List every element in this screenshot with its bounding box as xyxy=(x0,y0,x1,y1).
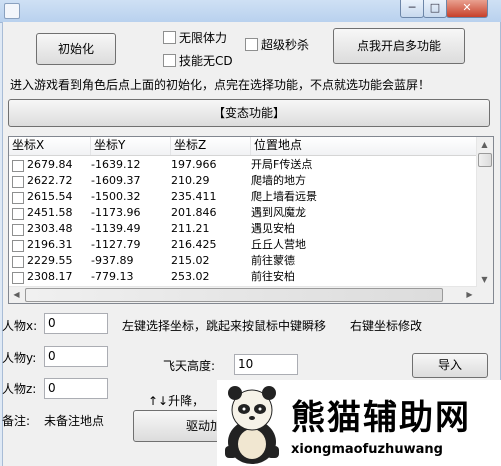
cell-y: -1139.49 xyxy=(91,222,141,235)
row-checkbox[interactable] xyxy=(12,208,24,220)
vertical-scrollbar[interactable]: ▲ ▼ xyxy=(476,137,493,287)
app-icon xyxy=(4,3,20,19)
row-checkbox[interactable] xyxy=(12,192,24,204)
cell-location: 开局F传送点 xyxy=(251,158,313,171)
cell-y: -1127.79 xyxy=(91,238,141,251)
table-row[interactable]: 2229.55 -937.89 215.02 前往蒙德 xyxy=(9,253,479,269)
table-row[interactable]: 2308.17 -779.13 253.02 前往安柏 xyxy=(9,269,479,285)
cell-y: -1173.96 xyxy=(91,206,141,219)
checkbox-box[interactable] xyxy=(245,38,258,51)
import-button[interactable]: 导入 xyxy=(412,353,488,378)
cell-location: 爬墙的地方 xyxy=(251,174,306,187)
cell-z: 201.846 xyxy=(171,206,217,219)
header-z[interactable]: 坐标Z xyxy=(171,137,251,155)
row-checkbox[interactable] xyxy=(12,256,24,268)
cell-x: 2615.54 xyxy=(27,190,73,203)
cell-location: 遇见安柏 xyxy=(251,222,295,235)
cell-z: 216.425 xyxy=(171,238,217,251)
table-row[interactable]: 2615.54 -1500.32 235.411 爬上墙看远景 xyxy=(9,189,479,205)
transform-features-button[interactable]: 【变态功能】 xyxy=(8,99,490,127)
table-row[interactable]: 2451.58 -1173.96 201.846 遇到风魔龙 xyxy=(9,205,479,221)
cell-y: -1639.12 xyxy=(91,158,141,171)
scroll-corner xyxy=(477,287,493,303)
right-click-hint: 右键坐标修改 xyxy=(350,319,423,333)
watermark: 熊猫辅助网 xiongmaofuzhuwang xyxy=(217,380,501,466)
updown-hint: ↑↓升降， xyxy=(148,394,205,408)
table-row[interactable]: 2303.48 -1139.49 211.21 遇见安柏 xyxy=(9,221,479,237)
cell-x: 2622.72 xyxy=(27,174,73,187)
title-bar: ─ □ ✕ xyxy=(0,0,501,23)
row-checkbox[interactable] xyxy=(12,224,24,236)
row-checkbox[interactable] xyxy=(12,176,24,188)
cell-y: -779.13 xyxy=(91,270,134,283)
cell-x: 2229.55 xyxy=(27,254,73,267)
watermark-title: 熊猫辅助网 xyxy=(291,398,471,438)
x-input[interactable]: 0 xyxy=(44,313,108,334)
cell-location: 遇到风魔龙 xyxy=(251,206,306,219)
cell-location: 爬上墙看远景 xyxy=(251,190,317,203)
note-value: 未备注地点 xyxy=(44,414,105,428)
table-header: 坐标X 坐标Y 坐标Z 位置地点 xyxy=(9,137,479,156)
table-row[interactable]: 2196.31 -1127.79 216.425 丘丘人营地 xyxy=(9,237,479,253)
cell-x: 2303.48 xyxy=(27,222,73,235)
enable-features-button[interactable]: 点我开启多功能 xyxy=(333,28,465,64)
cell-y: -937.89 xyxy=(91,254,134,267)
scroll-left-icon[interactable]: ◀ xyxy=(9,287,24,302)
cell-x: 2451.58 xyxy=(27,206,73,219)
checkbox-box[interactable] xyxy=(163,31,176,44)
cell-location: 前往蒙德 xyxy=(251,254,295,267)
close-button[interactable]: ✕ xyxy=(446,0,488,18)
z-input[interactable]: 0 xyxy=(44,378,108,399)
z-label: 人物z: xyxy=(2,382,37,396)
scroll-down-icon[interactable]: ▼ xyxy=(477,272,492,287)
cell-y: -1609.37 xyxy=(91,174,141,187)
fly-height-label: 飞天高度: xyxy=(163,359,216,373)
cell-z: 235.411 xyxy=(171,190,217,203)
checkbox-box[interactable] xyxy=(163,54,176,67)
cell-x: 2196.31 xyxy=(27,238,73,251)
cell-z: 253.02 xyxy=(171,270,210,283)
cell-x: 2679.84 xyxy=(27,158,73,171)
scroll-up-icon[interactable]: ▲ xyxy=(477,137,492,152)
skill-no-cd-checkbox[interactable]: 技能无CD xyxy=(163,54,233,68)
instruction-text: 进入游戏看到角色后点上面的初始化，点完在选择功能，不点就选功能会蓝屏！ xyxy=(10,78,431,92)
skill-no-cd-label: 技能无CD xyxy=(179,54,233,68)
horizontal-scroll-thumb[interactable] xyxy=(25,288,443,302)
maximize-button[interactable]: □ xyxy=(423,0,447,18)
watermark-url: xiongmaofuzhuwang xyxy=(291,442,443,457)
table-row[interactable]: 2622.72 -1609.37 210.29 爬墙的地方 xyxy=(9,173,479,189)
unlimited-stamina-checkbox[interactable]: 无限体力 xyxy=(163,31,227,45)
header-x[interactable]: 坐标X xyxy=(9,137,91,155)
panda-logo-icon xyxy=(225,386,279,464)
left-click-hint: 左键选择坐标，跳起来按鼠标中键瞬移 xyxy=(122,319,327,333)
super-kill-checkbox[interactable]: 超级秒杀 xyxy=(245,38,309,52)
cell-location: 前往安柏 xyxy=(251,270,295,283)
cell-z: 197.966 xyxy=(171,158,217,171)
cell-z: 211.21 xyxy=(171,222,210,235)
cell-location: 丘丘人营地 xyxy=(251,238,306,251)
y-label: 人物y: xyxy=(2,351,37,365)
vertical-scroll-thumb[interactable] xyxy=(478,153,492,167)
init-button[interactable]: 初始化 xyxy=(36,33,116,65)
super-kill-label: 超级秒杀 xyxy=(261,38,310,52)
note-label: 备注: xyxy=(2,414,31,428)
unlimited-stamina-label: 无限体力 xyxy=(179,31,228,45)
coordinate-table: 坐标X 坐标Y 坐标Z 位置地点 2679.84 -1639.12 197.96… xyxy=(8,136,494,304)
row-checkbox[interactable] xyxy=(12,240,24,252)
scroll-right-icon[interactable]: ▶ xyxy=(462,287,477,302)
row-checkbox[interactable] xyxy=(12,272,24,284)
row-checkbox[interactable] xyxy=(12,160,24,172)
cell-y: -1500.32 xyxy=(91,190,141,203)
table-row[interactable]: 2679.84 -1639.12 197.966 开局F传送点 xyxy=(9,157,479,173)
cell-z: 210.29 xyxy=(171,174,210,187)
x-label: 人物x: xyxy=(2,319,38,333)
header-location[interactable]: 位置地点 xyxy=(251,137,479,155)
minimize-button[interactable]: ─ xyxy=(400,0,424,18)
cell-x: 2308.17 xyxy=(27,270,73,283)
horizontal-scrollbar[interactable]: ◀ ▶ xyxy=(9,286,477,303)
fly-height-input[interactable]: 10 xyxy=(234,354,298,375)
cell-z: 215.02 xyxy=(171,254,210,267)
header-y[interactable]: 坐标Y xyxy=(91,137,171,155)
y-input[interactable]: 0 xyxy=(44,346,108,367)
